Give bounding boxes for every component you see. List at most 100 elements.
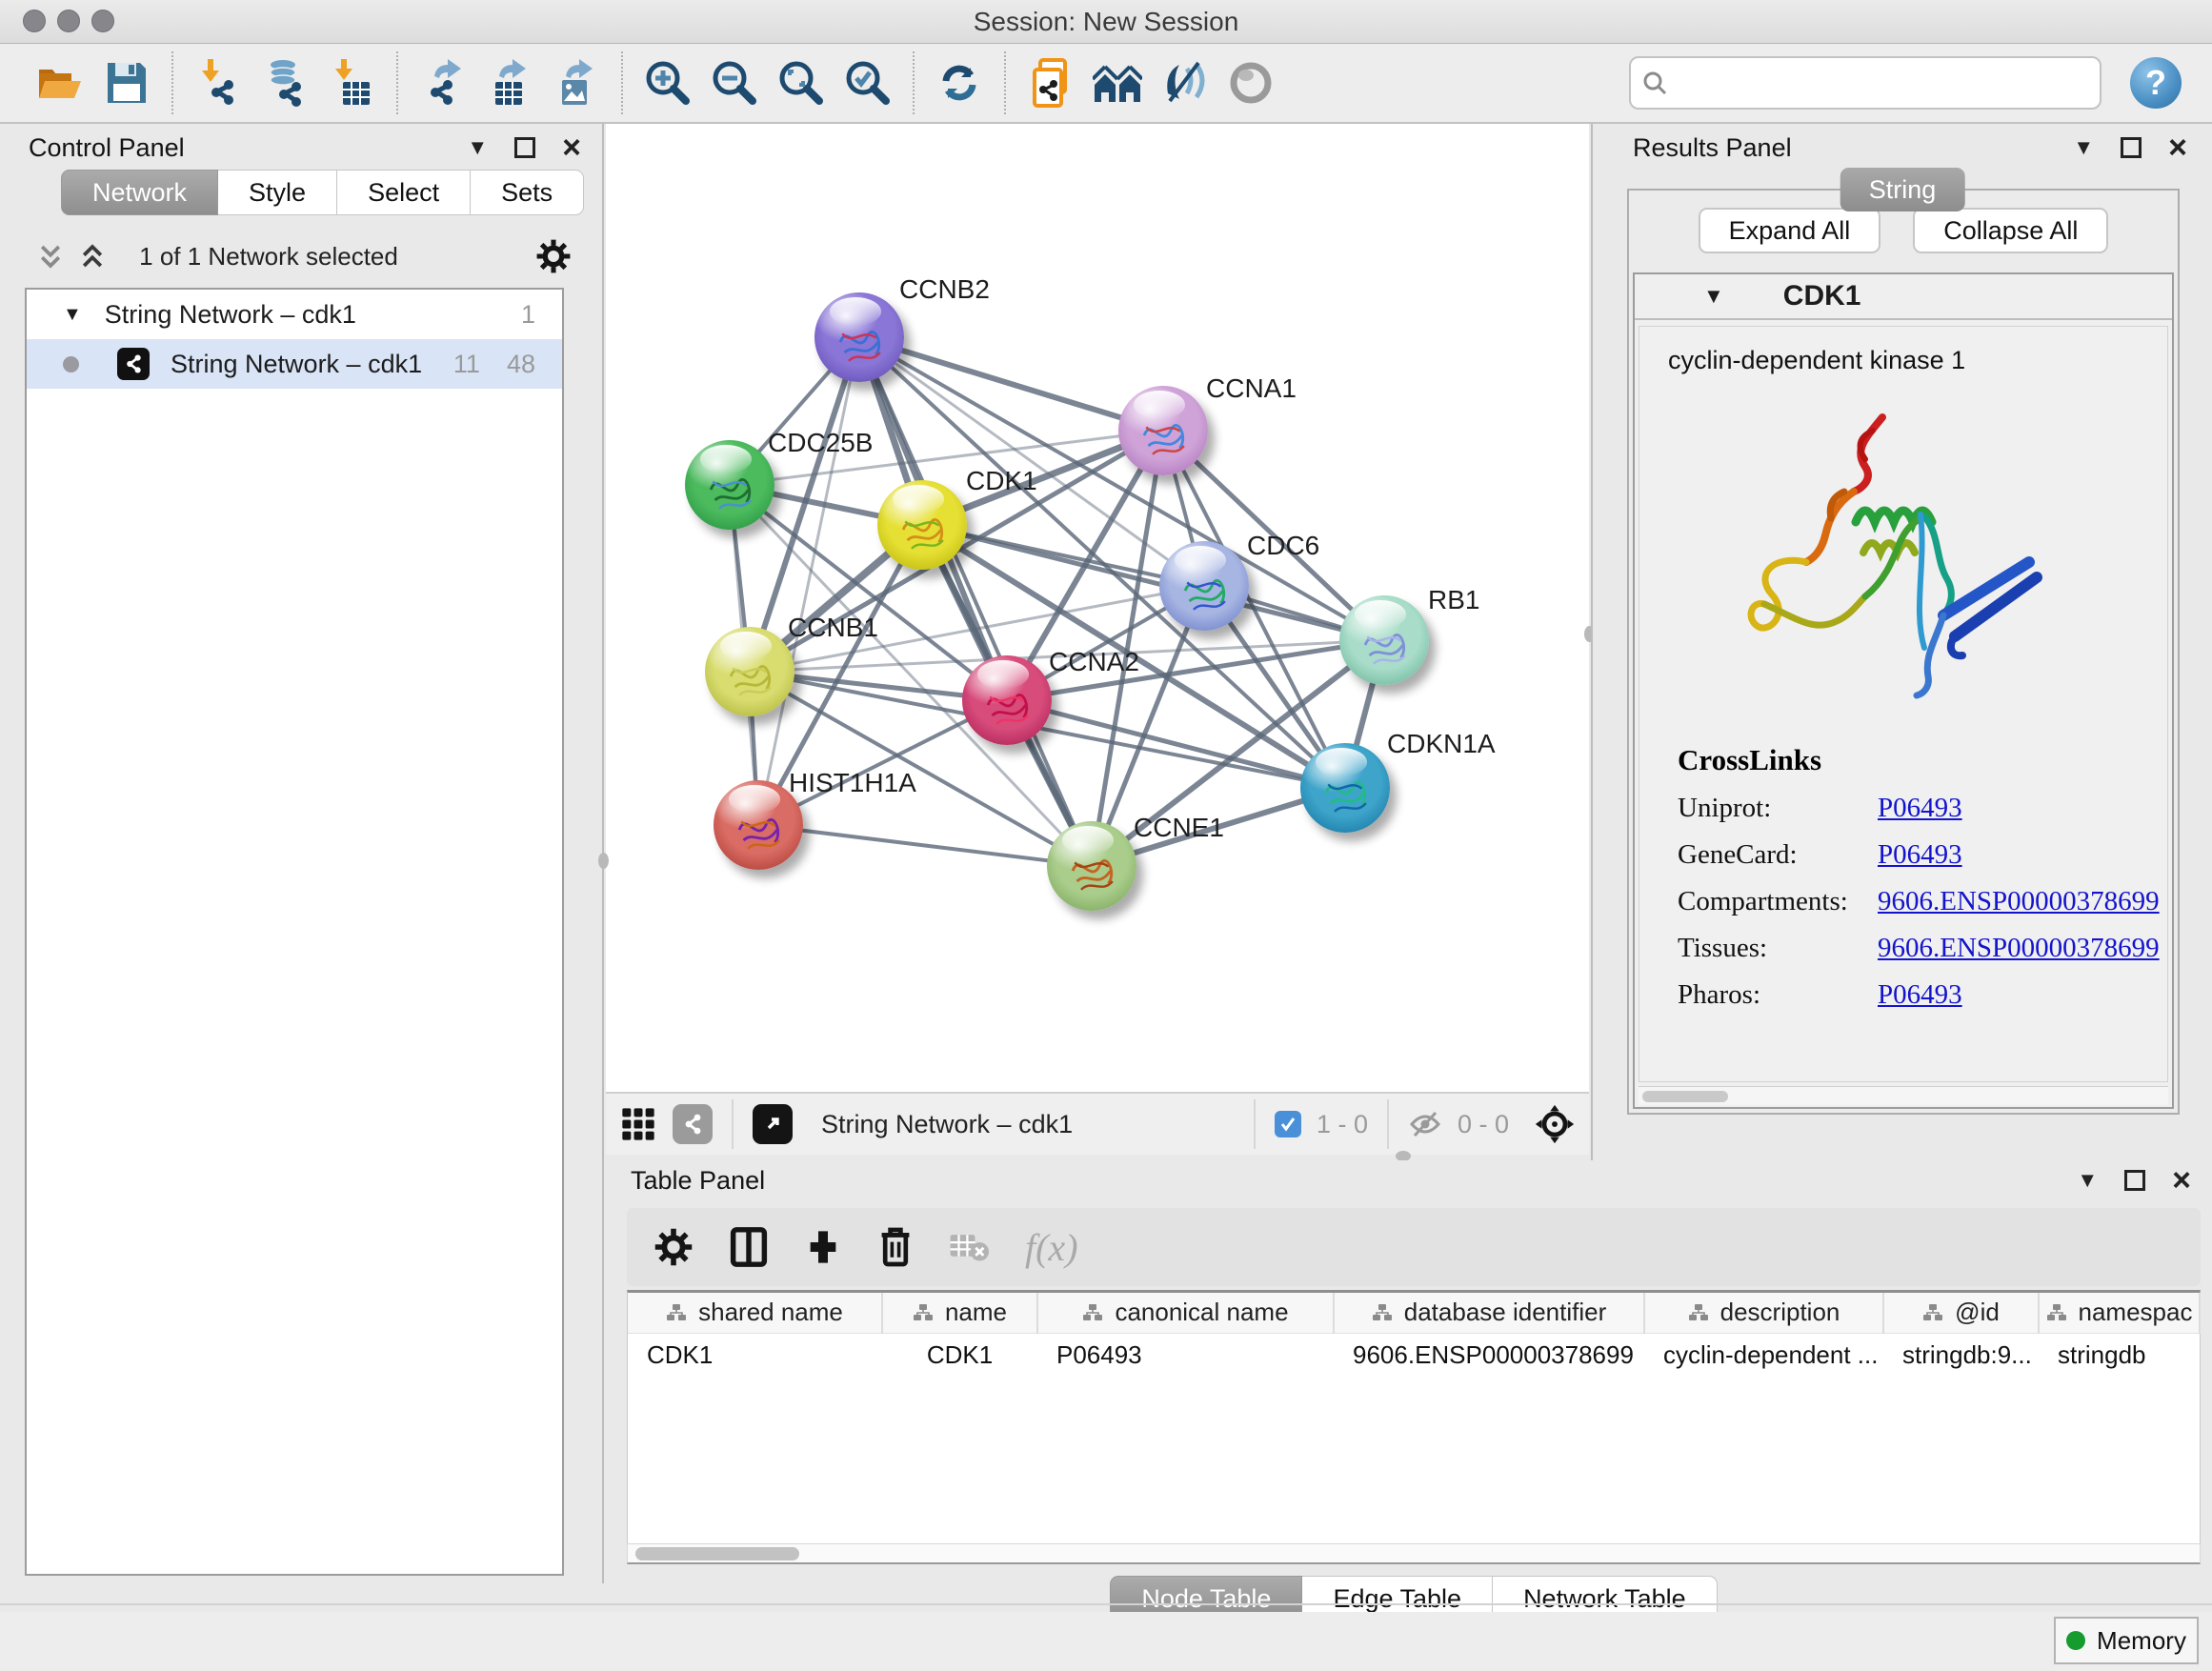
table-options-gear-icon[interactable]: [654, 1227, 694, 1267]
column-header--id[interactable]: @id: [1883, 1293, 2039, 1333]
tab-string[interactable]: String: [1840, 168, 1965, 211]
table-cell[interactable]: CDK1: [882, 1333, 1037, 1377]
table-cell[interactable]: stringdb:9...: [1883, 1333, 2039, 1377]
show-glass-effects-button[interactable]: [1225, 56, 1277, 110]
results-panel-close-icon[interactable]: ×: [2168, 137, 2187, 158]
column-header-name[interactable]: name: [882, 1293, 1037, 1333]
table-cell[interactable]: P06493: [1037, 1333, 1334, 1377]
column-type-icon: [1922, 1303, 1943, 1322]
edge-CCNB2-CCNA1[interactable]: [859, 337, 1163, 431]
string-home-button[interactable]: [1092, 56, 1143, 110]
crosslink-link[interactable]: P06493: [1878, 979, 1962, 1010]
memory-label: Memory: [2097, 1626, 2186, 1656]
crosslink-link[interactable]: 9606.ENSP00000378699: [1878, 886, 2160, 916]
delete-column-icon[interactable]: [878, 1226, 913, 1268]
zoom-selected-button[interactable]: [842, 56, 894, 110]
tab-network[interactable]: Network: [61, 170, 218, 215]
results-panel-float-icon[interactable]: [2121, 137, 2142, 158]
crosslink-link[interactable]: 9606.ENSP00000378699: [1878, 933, 2160, 963]
hide-glass-effects-button[interactable]: [1158, 56, 1210, 110]
export-network-button[interactable]: [417, 56, 469, 110]
table-horizontal-scrollbar[interactable]: [627, 1543, 2201, 1564]
edge-CCNB2-HIST1H1A[interactable]: [758, 337, 859, 825]
network-node-rb1[interactable]: [1339, 595, 1429, 685]
crosslink-link[interactable]: P06493: [1878, 839, 1962, 870]
control-panel-float-icon[interactable]: [514, 137, 535, 158]
network-row[interactable]: String Network – cdk1 11 48: [27, 339, 562, 389]
table-panel-float-icon[interactable]: [2124, 1170, 2145, 1191]
zoom-fit-icon: [777, 59, 825, 107]
zoom-out-button[interactable]: [709, 56, 760, 110]
network-node-ccna2[interactable]: [962, 655, 1052, 745]
control-panel-close-icon[interactable]: ×: [562, 137, 581, 158]
collapse-all-button[interactable]: Collapse All: [1913, 208, 2108, 253]
detach-view-icon[interactable]: [753, 1104, 793, 1144]
string-view-badge-icon[interactable]: [673, 1104, 713, 1144]
table-panel-close-icon[interactable]: ×: [2172, 1170, 2191, 1191]
column-header-database-identifier[interactable]: database identifier: [1334, 1293, 1644, 1333]
network-node-cdk1[interactable]: [877, 480, 967, 570]
show-columns-icon[interactable]: [730, 1226, 768, 1268]
tab-select[interactable]: Select: [337, 170, 471, 215]
column-header-description[interactable]: description: [1644, 1293, 1883, 1333]
crosslink-link[interactable]: P06493: [1878, 793, 1962, 823]
tree-expand-caret-icon[interactable]: ▼: [63, 304, 82, 326]
help-button[interactable]: ?: [2130, 57, 2182, 109]
network-row-label: String Network – cdk1: [171, 350, 422, 379]
save-session-button[interactable]: [101, 56, 152, 110]
network-node-ccna1[interactable]: [1118, 386, 1208, 475]
network-node-ccnb2[interactable]: [814, 292, 904, 382]
birds-eye-view-icon[interactable]: [1534, 1103, 1576, 1145]
results-scrollbar[interactable]: [1639, 1086, 2168, 1105]
open-session-button[interactable]: [34, 56, 86, 110]
add-column-icon[interactable]: [804, 1228, 842, 1266]
table-panel-menu-caret-icon[interactable]: ▼: [2077, 1168, 2098, 1193]
import-network-database-button[interactable]: [259, 56, 311, 110]
results-panel-menu-caret-icon[interactable]: ▼: [2073, 135, 2094, 160]
results-scrollbar-thumb[interactable]: [1642, 1091, 1728, 1102]
zoom-fit-button[interactable]: [775, 56, 827, 110]
network-node-cdkn1a[interactable]: [1300, 743, 1390, 833]
network-node-ccnb1[interactable]: [705, 627, 794, 716]
import-network-file-button[interactable]: [192, 56, 244, 110]
gene-card-caret-icon[interactable]: ▼: [1703, 284, 1724, 309]
network-options-gear-icon[interactable]: [535, 238, 572, 274]
network-canvas[interactable]: CCNB2CCNA1CDC25BCDK1CDC6RB1CCNB1CCNA2CDK…: [606, 124, 1589, 1092]
table-cell[interactable]: 9606.ENSP00000378699: [1334, 1333, 1644, 1377]
grid-view-icon[interactable]: [619, 1105, 657, 1143]
table-cell[interactable]: cyclin-dependent ...: [1644, 1333, 1883, 1377]
vertical-splitter-handle-left[interactable]: [598, 853, 609, 869]
network-collection-row[interactable]: ▼ String Network – cdk1 1: [27, 290, 562, 339]
protein-ribbon-thumbnail: [1314, 759, 1377, 822]
column-header-shared-name[interactable]: shared name: [628, 1293, 882, 1333]
export-image-button[interactable]: [551, 56, 602, 110]
crosslink-row: Tissues:9606.ENSP00000378699: [1678, 933, 2167, 964]
control-panel-menu-caret-icon[interactable]: ▼: [467, 135, 488, 160]
hidden-elements-icon[interactable]: [1408, 1110, 1442, 1138]
column-header-canonical-name[interactable]: canonical name: [1037, 1293, 1334, 1333]
search-input[interactable]: [1667, 69, 2077, 98]
table-scrollbar-thumb[interactable]: [635, 1547, 799, 1560]
table-cell[interactable]: CDK1: [628, 1333, 882, 1377]
tab-sets[interactable]: Sets: [471, 170, 584, 215]
network-node-cdc6[interactable]: [1159, 541, 1249, 631]
table-row[interactable]: CDK1CDK1P064939606.ENSP00000378699cyclin…: [628, 1333, 2200, 1377]
expand-all-button[interactable]: Expand All: [1699, 208, 1881, 253]
search-field[interactable]: [1629, 56, 2101, 110]
export-table-button[interactable]: [484, 56, 535, 110]
import-table-button[interactable]: [326, 56, 377, 110]
selected-nodes-checkbox[interactable]: [1275, 1111, 1301, 1137]
protein-ribbon-thumbnail: [1060, 837, 1123, 900]
tab-style[interactable]: Style: [218, 170, 337, 215]
memory-button[interactable]: Memory: [2054, 1617, 2199, 1664]
refresh-button[interactable]: [934, 56, 985, 110]
edge-HIST1H1A-CCNE1[interactable]: [758, 825, 1092, 866]
gene-card-header[interactable]: ▼ CDK1: [1635, 274, 2172, 320]
network-node-ccne1[interactable]: [1047, 821, 1136, 911]
network-node-cdc25b[interactable]: [685, 440, 774, 530]
zoom-in-button[interactable]: [642, 56, 694, 110]
network-view-toolbar: String Network – cdk1 1 - 0 0 - 0: [606, 1092, 1589, 1155]
column-header-namespac[interactable]: namespac: [2039, 1293, 2200, 1333]
string-protein-query-button[interactable]: [1025, 56, 1076, 110]
table-cell[interactable]: stringdb: [2039, 1333, 2200, 1377]
